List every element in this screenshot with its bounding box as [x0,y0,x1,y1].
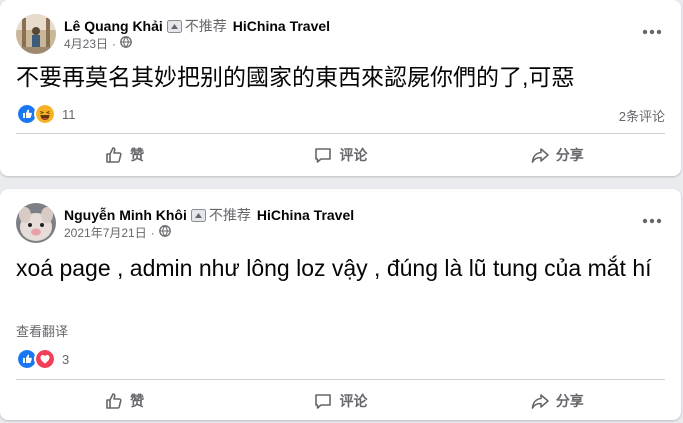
action-bar: 赞 评论 分享 [16,383,665,419]
author-name[interactable]: Lê Quang Khải [64,17,163,35]
divider [16,133,665,134]
post-header: Lê Quang Khải 不推荐 HiChina Travel 4月23日 · [16,14,330,54]
reaction-summary[interactable]: 11 [16,103,76,125]
separator-dot: · [150,225,155,240]
post-date[interactable]: 4月23日 [64,36,108,52]
share-button[interactable]: 分享 [449,137,665,173]
more-options-icon[interactable] [637,22,667,42]
author-name[interactable]: Nguyễn Minh Khôi [64,206,187,224]
divider [16,379,665,380]
recommendation-tag: 不推荐 [184,17,227,34]
share-label: 分享 [555,393,584,409]
reaction-summary[interactable]: 3 [16,348,70,370]
share-icon [531,148,549,163]
thumbs-up-icon [106,147,122,163]
share-button[interactable]: 分享 [449,383,665,419]
comment-icon [315,148,332,163]
comment-label: 评论 [339,393,368,409]
more-options-icon[interactable] [637,211,667,231]
group-name[interactable]: HiChina Travel [257,206,354,224]
post-text: 不要再莫名其妙把别的國家的東西來認屍你們的了,可惡 [16,64,575,90]
avatar[interactable] [16,203,56,243]
love-icon [34,348,56,370]
tag-icon [166,19,182,33]
comment-button[interactable]: 评论 [232,383,448,419]
reaction-count: 3 [62,351,70,367]
recommendation-tag: 不推荐 [208,206,251,223]
post-text: xoá page , admin như lông loz vậy , đúng… [16,255,652,281]
thumbs-up-icon [106,393,122,409]
like-label: 赞 [130,147,145,163]
separator-dot: · [112,36,117,51]
see-translation-link[interactable]: 查看翻译 [16,321,68,340]
action-bar: 赞 评论 分享 [16,137,665,173]
comment-button[interactable]: 评论 [232,137,448,173]
reaction-count: 11 [62,106,76,122]
like-label: 赞 [130,393,145,409]
comment-count[interactable]: 2条评论 [619,106,665,125]
post-card: Lê Quang Khải 不推荐 HiChina Travel 4月23日 ·… [0,0,681,176]
globe-icon [158,224,171,241]
comment-icon [315,394,332,409]
haha-icon [34,103,56,125]
avatar[interactable] [16,14,56,54]
post-date[interactable]: 2021年7月21日 [64,225,147,241]
group-name[interactable]: HiChina Travel [233,17,330,35]
like-button[interactable]: 赞 [16,137,232,173]
post-card: Nguyễn Minh Khôi 不推荐 HiChina Travel 2021… [0,189,681,420]
post-header: Nguyễn Minh Khôi 不推荐 HiChina Travel 2021… [16,203,354,243]
share-icon [531,394,549,409]
share-label: 分享 [555,147,584,163]
tag-icon [190,208,206,222]
like-button[interactable]: 赞 [16,383,232,419]
comment-label: 评论 [339,147,368,163]
globe-icon [120,35,132,52]
